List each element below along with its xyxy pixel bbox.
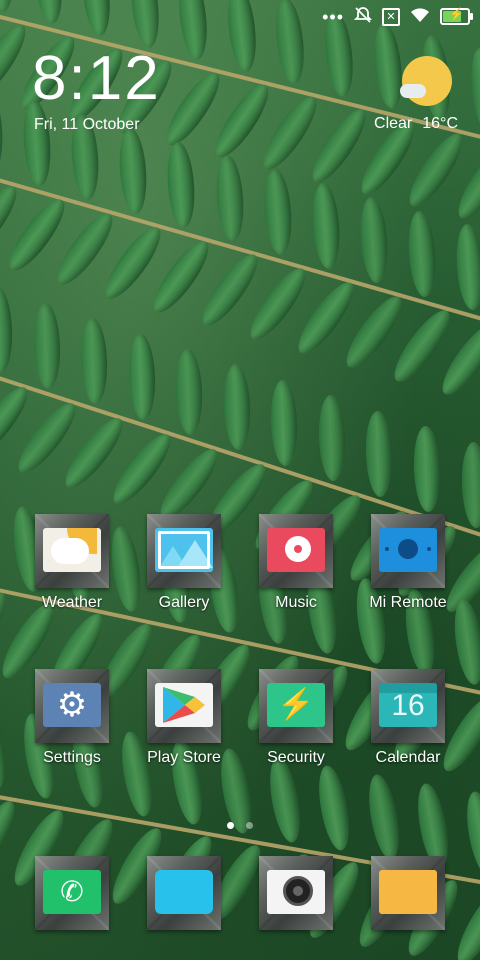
wallpaper [0,0,480,960]
wallpaper-leaf [269,379,299,467]
wallpaper-leaf [453,223,480,312]
app-label: Security [267,749,325,766]
sun-icon [402,56,452,106]
wifi-icon [410,7,430,26]
app-mi-remote[interactable]: Mi Remote [358,514,458,612]
gear-icon: ⚙ [35,669,109,743]
weather-widget[interactable]: Clear 16°C [338,54,458,134]
app-label: Mi Remote [369,594,447,611]
app-label: Music [275,594,317,611]
messages-icon [147,856,221,930]
app-label: Play Store [147,749,221,766]
app-music[interactable]: Music [246,514,346,612]
weather-temperature: 16°C [422,115,458,132]
wallpaper-leaf [461,789,480,879]
app-settings[interactable]: ⚙ Settings [22,669,122,767]
remote-icon [371,514,445,588]
dock-messages[interactable] [134,856,234,930]
app-gallery[interactable]: Gallery [134,514,234,612]
wallpaper-leaf [364,410,394,498]
more-dots-icon: ••• [322,6,344,27]
weather-condition: Clear [374,115,413,132]
wallpaper-leaf [314,763,355,853]
clock-date[interactable]: Fri, 11 October [34,116,140,134]
app-label: Settings [43,749,101,766]
app-security[interactable]: ⚡ Security [246,669,346,767]
wallpaper-leaf [32,302,62,390]
wallpaper-leaf [79,317,109,405]
calendar-day: 16 [391,689,425,722]
wallpaper-leaf [363,772,404,862]
phone-icon: ✆ [35,856,109,930]
weather-icon [35,514,109,588]
play-store-icon [147,669,221,743]
app-label: Calendar [375,749,441,766]
wallpaper-leaf [165,140,198,229]
app-calendar[interactable]: 16 Calendar [358,669,458,767]
dock-camera[interactable] [246,856,346,930]
wallpaper-leaf [467,45,480,134]
camera-icon [259,856,333,930]
wallpaper-leaf [127,333,157,420]
charging-bolt-icon: ⚡ [449,7,464,21]
wallpaper-leaf [460,441,480,529]
wallpaper-leaf [0,85,6,174]
music-icon [259,514,333,588]
calendar-icon: 16 [371,669,445,743]
page-dot-active[interactable] [227,822,234,829]
gallery-icon [147,514,221,588]
dock-phone[interactable]: ✆ [22,856,122,930]
cloud-icon [400,84,426,98]
app-play-store[interactable]: Play Store [134,669,234,767]
app-label: Weather [41,594,103,611]
wallpaper-leaf [412,425,442,513]
app-label: Gallery [158,594,210,611]
browser-icon [371,856,445,930]
mute-alarm-icon [353,6,373,27]
wallpaper-leaf [264,754,306,845]
wallpaper-leaf [317,394,347,482]
dock-browser[interactable] [358,856,458,930]
page-indicator[interactable] [0,822,480,829]
weather-summary: Clear 16°C [364,115,458,133]
wallpaper-leaf [174,348,204,436]
battery-charging-icon: ⚡ [440,7,473,25]
status-bar: ••• ✕ ⚡ [0,0,480,34]
wallpaper-leaf [261,168,294,257]
wallpaper-leaf [213,154,246,243]
wallpaper-leaf [117,127,150,215]
app-weather[interactable]: Weather [22,514,122,612]
wallpaper-leaf [357,195,390,284]
security-bolt-icon: ⚡ [259,669,333,743]
wallpaper-leaf [0,286,14,374]
wallpaper-leaf [309,182,342,270]
sim-error-icon: ✕ [382,7,400,26]
wallpaper-leaf [0,702,10,793]
wallpaper-leaf [405,209,438,298]
status-icons: ••• ✕ ⚡ [322,6,473,27]
page-dot[interactable] [246,822,253,829]
wallpaper-leaf [222,363,252,451]
clock-time[interactable]: 8:12 [32,48,161,110]
